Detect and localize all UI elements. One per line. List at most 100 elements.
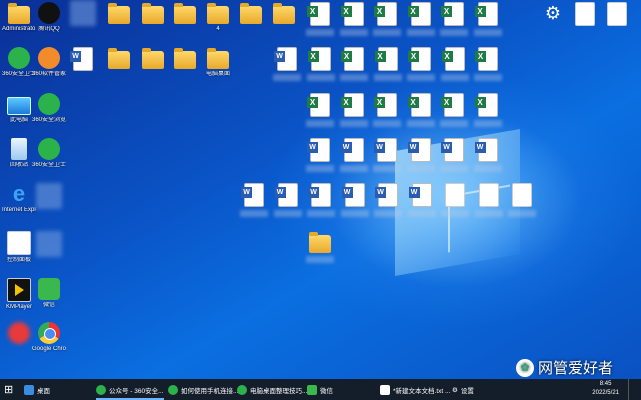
taskbar-item-3[interactable]: 电脑桌面整理技巧... xyxy=(237,379,307,400)
desktop-icon-360-browser[interactable]: 360安全浏览器 xyxy=(32,93,66,137)
internet-explorer-icon: e xyxy=(12,181,26,206)
desktop-icon-qq[interactable]: 腾讯QQ xyxy=(32,2,66,46)
desktop-icon-word-file[interactable] xyxy=(338,183,372,227)
taskbar-item-settings[interactable]: ⚙ 设置 xyxy=(452,379,474,400)
desktop-icon-pdf-file[interactable] xyxy=(270,47,304,91)
desktop-icon-word-file[interactable] xyxy=(303,138,337,182)
desktop-icon-folder[interactable] xyxy=(136,2,170,46)
start-button[interactable]: ⊞ xyxy=(4,379,13,400)
desktop-icon-excel-file[interactable] xyxy=(437,2,471,46)
folder-icon xyxy=(108,3,130,24)
taskbar-desktop[interactable]: 桌面 xyxy=(24,379,50,400)
excel-icon xyxy=(340,93,364,117)
desktop-icon-excel-file[interactable] xyxy=(438,47,472,91)
desktop-icon-word-file[interactable] xyxy=(404,138,438,182)
desktop-icon-word-file[interactable] xyxy=(437,138,471,182)
desktop-icon-excel-file[interactable] xyxy=(404,47,438,91)
excel-icon xyxy=(475,47,498,71)
desktop-icon-word-file[interactable] xyxy=(371,183,405,227)
show-desktop-button[interactable] xyxy=(628,379,641,400)
desktop-icon-text-file[interactable] xyxy=(438,183,472,227)
desktop-icon-wechat[interactable]: 微信 xyxy=(32,278,66,322)
desktop-icon-this-pc[interactable]: 此电脑 xyxy=(2,93,36,137)
desktop-icon-folder[interactable] xyxy=(303,231,337,275)
desktop-icon-text-file[interactable] xyxy=(472,183,506,227)
clock-date: 2022/5/21 xyxy=(592,390,619,396)
desktop-icon-excel-file[interactable] xyxy=(303,93,337,137)
blurred-label xyxy=(306,120,334,127)
taskbar-item-notepad[interactable]: *新建文本文档.txt ... xyxy=(380,379,450,400)
desktop-icon-360-software[interactable]: 360软件管家 xyxy=(32,47,66,91)
desktop-icon-recycle-bin[interactable]: 回收站 xyxy=(2,138,36,182)
desktop-icon-document[interactable] xyxy=(568,2,602,46)
desktop-icon-360-guard[interactable]: 360安全卫士 xyxy=(32,138,66,182)
word-icon xyxy=(441,138,464,162)
desktop-icon-excel-file[interactable] xyxy=(370,2,404,46)
desktop-icon-folder-4[interactable]: 4 xyxy=(201,2,235,46)
blurred-label xyxy=(339,120,368,127)
desktop-icon-excel-file[interactable] xyxy=(304,47,338,91)
desktop-icon-folder[interactable] xyxy=(168,2,202,46)
blurred-label xyxy=(407,74,435,81)
browser-icon xyxy=(38,93,60,115)
word-file-icon xyxy=(70,47,93,71)
taskbar-item-1[interactable]: 公众号 - 360安全... xyxy=(96,379,164,400)
desktop-icon-word-file[interactable] xyxy=(271,183,305,227)
desktop-icon-document[interactable] xyxy=(600,2,634,46)
blurred-label xyxy=(473,120,502,127)
desktop-icon-folder[interactable] xyxy=(168,47,202,91)
word-icon xyxy=(241,183,264,207)
plus-shield-icon xyxy=(38,138,60,160)
blurred-label xyxy=(473,165,502,172)
desktop-icon-excel-file[interactable] xyxy=(370,93,404,137)
taskbar-item-wechat[interactable]: 微信 xyxy=(307,379,333,400)
desktop-icon-excel-file[interactable] xyxy=(337,2,371,46)
desktop-icon-360-safe[interactable]: 360安全卫士 xyxy=(2,47,36,91)
excel-icon xyxy=(307,2,330,26)
desktop-icon-excel-file[interactable] xyxy=(337,93,371,137)
blurred-label xyxy=(508,210,536,217)
desktop-icon-folder[interactable] xyxy=(102,2,136,46)
desktop-icon-blurred-red[interactable] xyxy=(2,322,36,366)
desktop-icon-excel-file[interactable] xyxy=(337,47,371,91)
software-manager-icon xyxy=(38,47,60,69)
desktop-icon-blurred[interactable] xyxy=(66,0,100,44)
desktop-icon-folder-desktop[interactable]: 电脑桌面 xyxy=(201,47,235,91)
taskbar-clock[interactable]: 8:45 2022/5/21 xyxy=(592,380,619,398)
desktop-icon-document[interactable] xyxy=(66,47,100,91)
desktop-icon-excel-file[interactable] xyxy=(471,93,505,137)
desktop-icon-word-file[interactable] xyxy=(471,138,505,182)
desktop-icon-folder[interactable] xyxy=(234,2,268,46)
desktop-icon-chrome[interactable]: Google Chrome xyxy=(32,322,66,366)
desktop-icon-excel-file[interactable] xyxy=(437,93,471,137)
desktop-icon-blurred[interactable] xyxy=(32,183,66,227)
desktop-icon-word-file[interactable] xyxy=(304,183,338,227)
monitor-icon xyxy=(7,97,31,115)
desktop-icon-control-panel[interactable]: 控制面板 xyxy=(2,231,36,275)
taskbar-item-2[interactable]: 如何使用手机连接... xyxy=(168,379,238,400)
blurred-label xyxy=(306,74,335,81)
desktop-icon-excel-file[interactable] xyxy=(471,2,505,46)
desktop-icon-blurred[interactable] xyxy=(32,231,66,275)
desktop-icon-folder[interactable] xyxy=(102,47,136,91)
desktop-icon-excel-file[interactable] xyxy=(404,2,438,46)
desktop-icon-excel-file[interactable] xyxy=(404,93,438,137)
desktop-icon-excel-file[interactable] xyxy=(471,47,505,91)
desktop-icon-word-file[interactable] xyxy=(370,138,404,182)
desktop-icon-word-file[interactable] xyxy=(337,138,371,182)
folder-icon xyxy=(240,3,262,24)
desktop-icon-word-file[interactable] xyxy=(405,183,439,227)
blurred-label xyxy=(440,165,468,172)
desktop-icon-folder[interactable] xyxy=(267,2,301,46)
desktop-icon-excel-file[interactable] xyxy=(303,2,337,46)
word-icon xyxy=(375,183,398,207)
desktop-icon-settings[interactable]: ⚙ xyxy=(536,2,570,46)
desktop-icon-administrator-folder[interactable]: Administrato... xyxy=(2,2,36,46)
word-icon xyxy=(341,183,365,207)
desktop-icon-word-file[interactable] xyxy=(237,183,271,227)
desktop-icon-text-file[interactable] xyxy=(505,183,539,227)
desktop-icon-excel-file[interactable] xyxy=(371,47,405,91)
desktop-icon-internet-explorer[interactable]: eInternet Explorer xyxy=(2,183,36,227)
desktop-icon-folder[interactable] xyxy=(136,47,170,91)
desktop-icon-kmplayer[interactable]: KMPlayer xyxy=(2,278,36,322)
